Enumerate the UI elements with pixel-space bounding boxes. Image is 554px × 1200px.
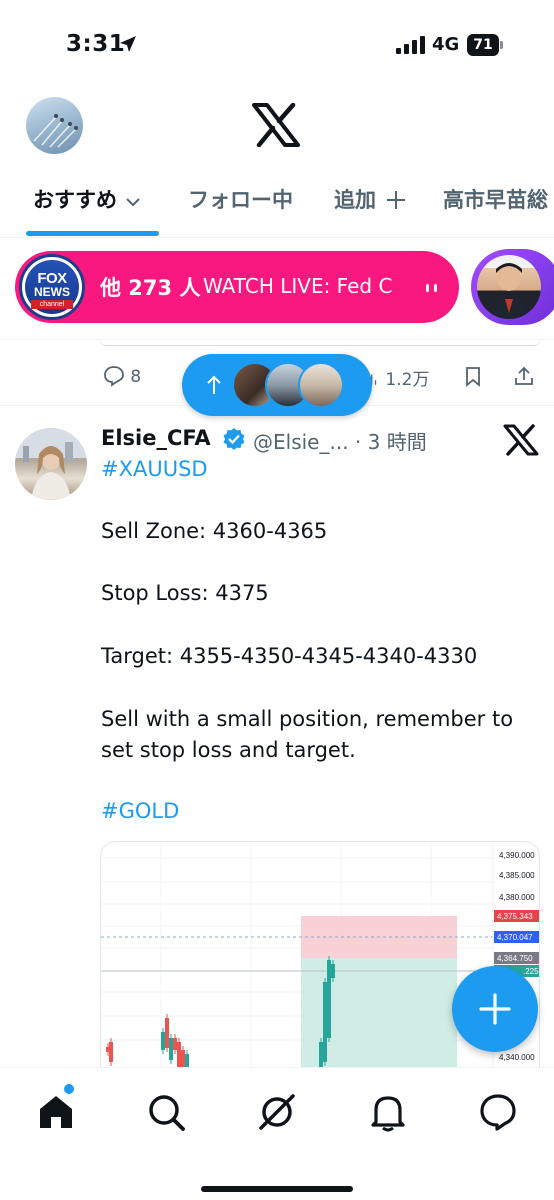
hashtag-link[interactable]: #GOLD xyxy=(101,799,179,823)
price-label: 4,375.343 xyxy=(494,910,539,922)
home-indicator xyxy=(201,1186,353,1192)
network-label: 4G xyxy=(432,34,460,55)
status-time: 3:31 xyxy=(66,31,126,57)
views-count: 1.2万 xyxy=(385,370,430,390)
y-tick-label: 4,390.000 xyxy=(499,851,535,860)
candle xyxy=(161,1032,165,1050)
y-tick-label: 4,380.000 xyxy=(499,893,535,902)
grok-icon[interactable] xyxy=(257,1092,297,1132)
y-tick-label: 4,385.000 xyxy=(499,871,535,880)
svg-text:.225: .225 xyxy=(523,967,539,976)
tab-topic[interactable]: 高市早苗総 xyxy=(443,184,548,214)
bookmark-icon xyxy=(466,367,480,387)
signal-icon xyxy=(396,36,425,54)
grok-icon[interactable] xyxy=(503,424,539,456)
plus-icon xyxy=(387,191,405,209)
svg-text:4,364.750: 4,364.750 xyxy=(497,954,533,963)
fox-news-logo: FOX NEWS channel xyxy=(19,254,85,320)
y-tick-label: 4,340.000 xyxy=(499,1053,535,1062)
candle xyxy=(109,1042,113,1062)
price-label: 4,370.047 xyxy=(494,931,539,943)
search-icon[interactable] xyxy=(146,1092,186,1132)
bottom-navigation xyxy=(0,1067,554,1200)
tweet-text-line: Sell Zone: 4360-4365 xyxy=(101,519,328,543)
previous-media-edge xyxy=(100,340,540,346)
status-bar: 3:31 4G 71 xyxy=(0,0,554,90)
live-listener-count: 他 273 人 xyxy=(100,276,201,300)
author-name[interactable]: Elsie_CFA xyxy=(101,426,211,450)
chevron-down-icon xyxy=(126,198,140,207)
arrow-up-icon xyxy=(207,375,221,394)
tweet-time: · 3 時間 xyxy=(354,430,427,454)
tab-recommended[interactable]: おすすめ xyxy=(33,184,141,214)
battery-level: 71 xyxy=(467,34,499,56)
x-logo-icon[interactable] xyxy=(252,103,300,147)
reply-icon xyxy=(104,366,124,387)
location-arrow-icon xyxy=(120,36,136,52)
battery-icon: 71 xyxy=(467,34,503,56)
candle xyxy=(173,1038,177,1050)
verified-badge-icon xyxy=(223,428,245,450)
author-handle: @Elsie_... · 3 時間 xyxy=(253,430,427,454)
tweet[interactable]: Elsie_CFA @Elsie_... · 3 時間 #XAUUSD Sell… xyxy=(0,407,554,1081)
tab-add[interactable]: 追加 xyxy=(334,184,406,214)
compose-post-button[interactable] xyxy=(452,966,538,1052)
svg-text:4,375.343: 4,375.343 xyxy=(497,912,533,921)
svg-text:4,370.047: 4,370.047 xyxy=(497,933,533,942)
reply-button[interactable]: 8 xyxy=(103,365,141,387)
active-tab-indicator xyxy=(26,231,159,236)
candle xyxy=(169,1038,173,1060)
tweet-text-line: Stop Loss: 4375 xyxy=(101,581,269,605)
tweet-text-line: set stop loss and target. xyxy=(101,738,356,762)
live-spaces-bar: FOX NEWS channel 他 273 人 WATCH LIVE: Fed… xyxy=(0,240,554,340)
plus-icon xyxy=(479,993,511,1025)
home-icon[interactable] xyxy=(36,1092,76,1132)
candle xyxy=(331,964,335,978)
candle xyxy=(177,1042,181,1068)
share-icon xyxy=(515,366,533,385)
views-button[interactable]: 1.2万 xyxy=(366,365,429,390)
live-broadcast-pill[interactable]: FOX NEWS channel 他 273 人 WATCH LIVE: Fed… xyxy=(15,251,459,323)
notifications-bell-icon[interactable] xyxy=(368,1092,408,1132)
candle xyxy=(327,960,331,1038)
price-label: 4,364.750 xyxy=(494,952,539,964)
tab-following[interactable]: フォロー中 xyxy=(188,184,293,214)
share-button[interactable] xyxy=(513,365,535,387)
profile-avatar[interactable] xyxy=(26,97,83,154)
tweet-text-line: Target: 4355-4350-4345-4340-4330 xyxy=(101,644,478,668)
timeline-tabs: おすすめ フォロー中 追加 高市早苗総 xyxy=(0,170,554,238)
live-audio-icon xyxy=(426,284,437,292)
bookmark-button[interactable] xyxy=(462,365,484,387)
notification-dot xyxy=(64,1084,74,1094)
reply-count: 8 xyxy=(130,367,142,387)
candle xyxy=(165,1018,169,1048)
tweet-text-line: Sell with a small position, remember to xyxy=(101,707,514,731)
live-next-avatar[interactable] xyxy=(471,249,554,325)
hashtag-link[interactable]: #XAUUSD xyxy=(101,457,208,481)
live-title: WATCH LIVE: Fed C xyxy=(203,274,393,298)
new-post-avatar xyxy=(298,362,344,408)
author-avatar[interactable] xyxy=(15,428,87,500)
top-header xyxy=(0,90,554,160)
candle xyxy=(323,982,327,1062)
messages-icon[interactable] xyxy=(478,1092,518,1132)
